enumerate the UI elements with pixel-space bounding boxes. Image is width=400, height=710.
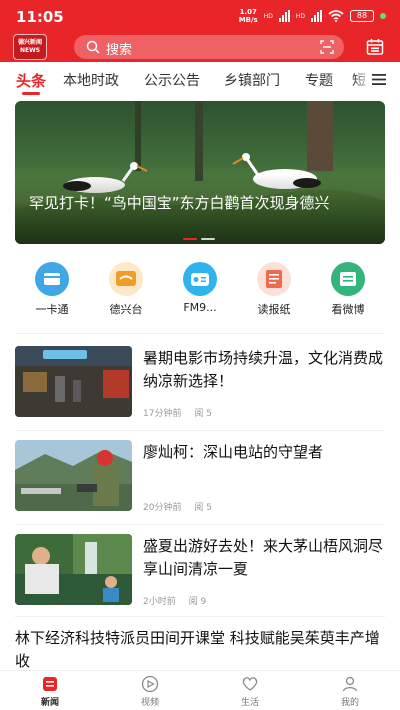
status-icons: 1.07 MB/s HD HD 88 [239,8,386,24]
channel-tabs: 头条 本地时政 公示公告 乡镇部门 专题 短 [0,62,400,96]
cinema-photo [15,346,132,417]
news-thumbnail [15,534,132,605]
news-meta: 2小时前 阅 9 [143,594,216,607]
tab-headlines[interactable]: 头条 [16,70,46,91]
scan-icon[interactable] [320,40,334,54]
news-title: 盛夏出游好去处！来大茅山梧风洞尽享山间清凉一夏 [143,537,384,578]
privacy-indicator-dot [380,13,386,19]
news-views: 阅 9 [188,597,207,607]
signal-icon [278,10,290,22]
network-speed: 1.07 MB/s [238,8,258,24]
divider [15,524,385,525]
search-input[interactable]: 搜索 [74,35,344,59]
carousel-dot-active [183,238,197,240]
news-time: 20分钟前 [143,503,182,513]
active-tab-indicator [22,92,40,95]
status-bar: 11:05 1.07 MB/s HD HD 88 [0,0,400,32]
tv-station-icon [109,262,143,296]
mountain-resort-photo [15,534,132,605]
nav-news[interactable]: 新闻 [10,675,90,708]
signal-icon-2 [311,10,322,22]
card-icon [35,262,69,296]
news-thumbnail [15,346,132,417]
news-title: 暑期电影市场持续升温，文化消费成纳凉新选择！ [143,349,384,390]
news-item[interactable]: 盛夏出游好去处！来大茅山梧风洞尽享山间清凉一夏 2小时前 阅 9 [0,534,400,607]
news-meta: 17分钟前 阅 5 [143,406,222,419]
news-views: 阅 5 [194,503,212,513]
nav-video[interactable]: 视频 [110,675,190,708]
tab-special-topics[interactable]: 专题 [305,70,333,90]
radio-icon [183,262,217,296]
header: 德兴新闻 NEWS 搜索 [0,32,400,62]
news-views: 阅 5 [194,409,212,419]
divider [15,616,385,617]
carousel-dot [201,238,215,240]
menu-icon[interactable] [372,74,386,85]
power-station-photo [15,440,132,511]
profile-icon [342,676,358,692]
network-type-1: HD [263,12,273,20]
quick-links: 一卡通 德兴台 FM9... 读报纸 看微博 [0,262,400,322]
quick-link-radio[interactable]: FM9... [170,262,230,314]
weibo-icon [331,262,365,296]
news-icon [43,677,57,691]
battery-indicator: 88 [350,10,374,22]
search-placeholder: 搜索 [106,43,133,58]
status-time: 11:05 [16,8,64,26]
nav-profile[interactable]: 我的 [310,675,390,708]
tab-announcements[interactable]: 公示公告 [144,70,200,90]
quick-link-tv-station[interactable]: 德兴台 [96,262,156,317]
video-icon [141,675,159,693]
nav-life[interactable]: 生活 [210,675,290,708]
tab-local-politics[interactable]: 本地时政 [63,70,119,90]
newspaper-icon [257,262,291,296]
quick-link-newspaper[interactable]: 读报纸 [244,262,304,317]
bottom-navigation: 新闻 视频 生活 我的 [0,670,400,710]
news-title: 廖灿柯：深山电站的守望者 [143,443,324,461]
news-thumbnail [15,440,132,511]
divider [15,430,385,431]
tab-township-departments[interactable]: 乡镇部门 [224,70,280,90]
news-item[interactable]: 暑期电影市场持续升温，文化消费成纳凉新选择！ 17分钟前 阅 5 [0,346,400,419]
network-type-2: HD [295,12,305,20]
life-heart-icon [242,677,258,691]
news-item[interactable]: 廖灿柯：深山电站的守望者 20分钟前 阅 5 [0,440,400,513]
search-icon [86,40,100,54]
banner-title: 罕见打卡！“鸟中国宝”东方白鹳首次现身德兴 [29,194,330,212]
news-time: 2小时前 [143,597,176,607]
wifi-icon [328,10,344,22]
news-meta: 20分钟前 阅 5 [143,500,222,513]
calendar-icon[interactable] [366,38,384,56]
quick-link-card[interactable]: 一卡通 [22,262,82,317]
divider [15,333,385,334]
carousel-indicator [183,238,215,240]
headline-banner[interactable]: 罕见打卡！“鸟中国宝”东方白鹳首次现身德兴 [15,101,385,244]
app-logo[interactable]: 德兴新闻 NEWS [13,34,47,60]
quick-link-weibo[interactable]: 看微博 [318,262,378,317]
text-news-item[interactable]: 林下经济科技特派员田间开课堂 科技赋能吴茱萸丰产增收 [15,627,385,673]
news-time: 17分钟前 [143,409,182,419]
